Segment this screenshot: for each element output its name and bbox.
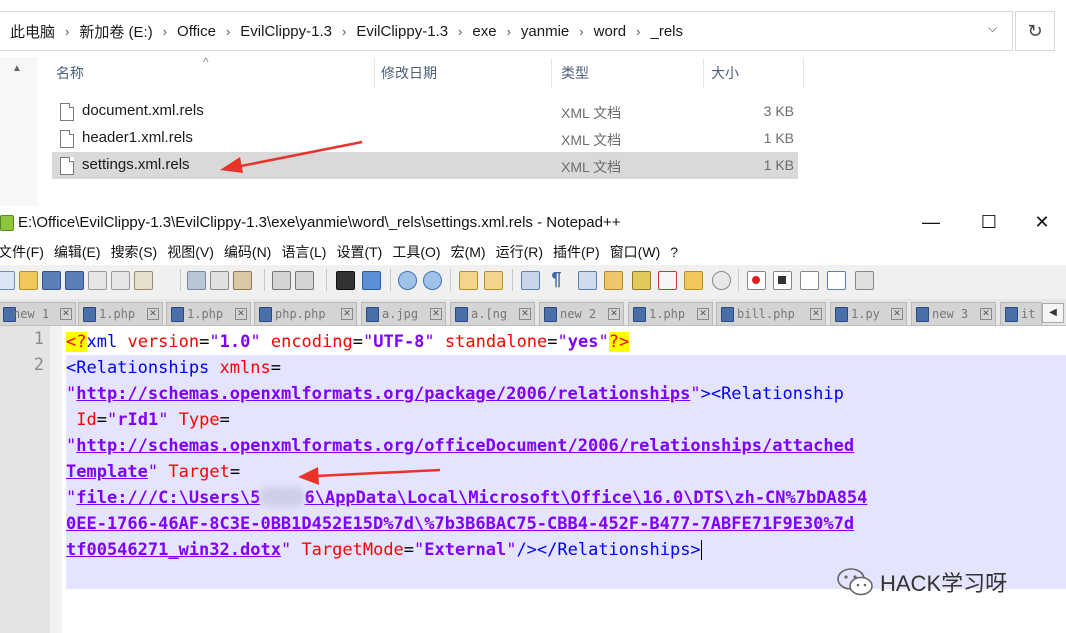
annotation-arrows bbox=[220, 140, 441, 485]
watermark-text: HACK学习呀 bbox=[880, 571, 1008, 596]
wechat-icon bbox=[837, 568, 873, 596]
arrow-to-settings-file bbox=[220, 140, 363, 173]
arrow-to-target-attribute bbox=[298, 467, 441, 485]
watermark: HACK学习呀 bbox=[836, 566, 1007, 598]
